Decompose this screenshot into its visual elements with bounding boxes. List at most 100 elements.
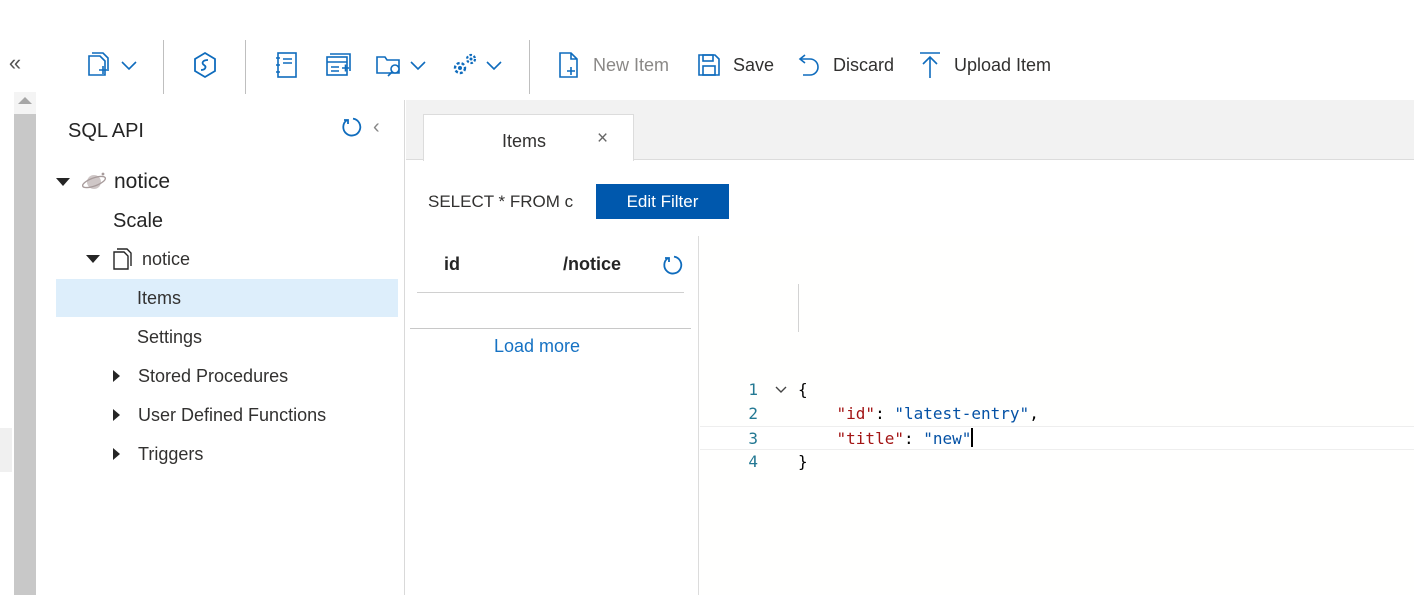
container-icon — [113, 248, 132, 270]
editor-line: 4 } — [700, 450, 1414, 474]
line-number: 1 — [748, 380, 758, 399]
tree-item-scale[interactable]: Scale — [56, 202, 398, 240]
json-punct: , — [1029, 404, 1039, 423]
column-header-partition-key[interactable]: /notice — [563, 254, 621, 275]
settings-gears-icon — [453, 53, 477, 75]
json-value: "latest-entry" — [894, 404, 1030, 423]
toolbar-divider — [245, 40, 246, 94]
text-cursor — [971, 428, 974, 447]
resource-tree-panel: SQL API ‹ notice Scale notice Items Sett… — [37, 100, 405, 595]
json-key: "id" — [836, 404, 876, 423]
json-editor[interactable]: 1 { 2 "id": "latest-entry", 3 "title": "… — [700, 236, 1414, 595]
scrollbar-thumb[interactable] — [14, 114, 36, 595]
upload-item-button[interactable]: Upload Item — [918, 40, 1051, 90]
column-header-id[interactable]: id — [444, 254, 460, 275]
upload-item-label: Upload Item — [954, 54, 1052, 75]
chevron-down-icon — [486, 61, 502, 71]
synapse-link-button[interactable] — [191, 40, 219, 90]
chevron-down-icon — [121, 61, 137, 71]
settings-label: Settings — [137, 326, 203, 347]
code-text: "id": "latest-entry", — [836, 404, 1039, 423]
indent-guide — [798, 284, 799, 332]
document-list: id /notice Load more — [406, 236, 699, 595]
json-value: "new" — [923, 429, 972, 448]
line-number: 3 — [748, 429, 758, 448]
refresh-icon — [663, 255, 683, 275]
tab-items[interactable]: Items × — [423, 114, 634, 161]
database-name: notice — [114, 170, 171, 193]
editor-line: 1 { — [700, 378, 1414, 402]
code-text: } — [798, 452, 808, 471]
load-more-link[interactable]: Load more — [406, 336, 668, 357]
refresh-icon — [342, 117, 362, 137]
new-container-button[interactable] — [86, 40, 138, 90]
new-document-icon — [559, 52, 578, 78]
tree-title: SQL API — [68, 120, 144, 142]
caret-right-icon[interactable] — [113, 409, 120, 421]
upload-icon — [920, 52, 940, 78]
caret-right-icon[interactable] — [113, 448, 120, 460]
chevron-down-icon — [410, 61, 426, 71]
discard-label: Discard — [833, 54, 895, 75]
open-query-icon — [376, 56, 400, 77]
toolbar-divider — [163, 40, 164, 94]
udf-label: User Defined Functions — [138, 404, 327, 425]
tab-label: Items — [502, 131, 547, 151]
stored-procedures-label: Stored Procedures — [138, 365, 289, 386]
undo-icon — [798, 54, 819, 76]
save-button[interactable]: Save — [697, 40, 774, 90]
collapse-sidebar-icon[interactable]: « — [6, 50, 24, 76]
caret-down-icon[interactable] — [56, 178, 70, 186]
new-item-button[interactable]: New Item — [557, 40, 669, 90]
tree-item-user-defined-functions[interactable]: User Defined Functions — [56, 396, 398, 434]
vertical-scrollbar[interactable] — [14, 92, 36, 595]
line-number: 4 — [748, 452, 758, 471]
tree-item-settings[interactable]: Settings — [56, 318, 398, 356]
list-divider — [410, 328, 691, 329]
refresh-tree-button[interactable] — [341, 116, 363, 143]
scale-label: Scale — [113, 209, 164, 232]
items-label: Items — [137, 287, 182, 308]
tree-item-database[interactable]: notice — [56, 163, 398, 201]
scroll-up-arrow-icon[interactable] — [18, 97, 32, 104]
discard-button[interactable]: Discard — [797, 40, 894, 90]
tree-item-container[interactable]: notice — [56, 240, 398, 278]
triggers-label: Triggers — [138, 443, 204, 464]
line-number: 2 — [748, 404, 758, 423]
query-text: SELECT * FROM c — [428, 192, 574, 211]
new-notebook-button[interactable] — [274, 40, 300, 90]
open-query-button[interactable] — [375, 40, 427, 90]
new-sql-query-icon — [326, 53, 351, 76]
tree-item-items[interactable]: Items — [56, 279, 398, 317]
code-text: "title": "new" — [836, 428, 974, 448]
close-icon[interactable]: × — [597, 128, 608, 150]
container-name: notice — [142, 248, 191, 269]
json-key: "title" — [836, 429, 904, 448]
main-content: Items × SELECT * FROM c Edit Filter id /… — [406, 100, 1414, 595]
save-label: Save — [733, 54, 775, 75]
tree-item-triggers[interactable]: Triggers — [56, 435, 398, 473]
editor-line: 2 "id": "latest-entry", — [700, 402, 1414, 426]
new-container-icon — [88, 52, 109, 76]
collapse-tree-icon[interactable]: ‹ — [373, 116, 380, 139]
header-divider — [417, 292, 684, 293]
editor-line-current: 3 "title": "new" — [700, 426, 1414, 450]
caret-right-icon[interactable] — [113, 370, 120, 382]
new-item-label: New Item — [593, 54, 670, 75]
notebook-icon — [276, 52, 297, 78]
edit-filter-button[interactable]: Edit Filter — [596, 184, 729, 219]
new-sql-query-button[interactable] — [324, 40, 352, 90]
left-nav-strip — [0, 100, 14, 595]
command-bar: « New Item Save Discard Upload Item — [0, 0, 1414, 100]
toolbar-divider — [529, 40, 530, 94]
nav-strip-marker — [0, 428, 12, 472]
cosmos-database-icon — [82, 172, 107, 189]
settings-menu-button[interactable] — [449, 40, 503, 90]
caret-down-icon[interactable] — [86, 255, 100, 263]
code-text: { — [798, 380, 808, 399]
save-icon — [698, 54, 720, 76]
synapse-link-icon — [194, 51, 216, 79]
refresh-list-button[interactable] — [662, 254, 684, 281]
tree-item-stored-procedures[interactable]: Stored Procedures — [56, 357, 398, 395]
tab-bar: Items × — [406, 100, 1414, 161]
